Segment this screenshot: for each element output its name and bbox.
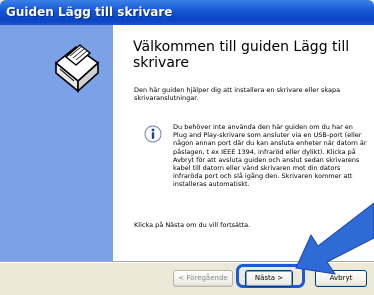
wizard-heading: Välkommen till guiden Lägg till skrivare xyxy=(133,39,350,71)
wizard-window: Guiden Lägg till skrivare Välkommen till… xyxy=(0,0,374,295)
title-bar[interactable]: Guiden Lägg till skrivare xyxy=(0,0,374,25)
intro-text: Den här guiden hjälper dig att installer… xyxy=(134,86,341,102)
info-text: Du behöver inte använda den här guiden o… xyxy=(173,123,367,189)
info-icon xyxy=(144,125,162,143)
back-button[interactable]: < Föregående xyxy=(173,270,233,287)
cancel-button[interactable]: Avbryt xyxy=(315,270,367,287)
wizard-side-panel xyxy=(0,25,113,261)
wizard-content: Välkommen till guiden Lägg till skrivare… xyxy=(113,25,374,261)
button-separator xyxy=(0,261,374,263)
next-button[interactable]: Nästa > xyxy=(245,270,293,287)
printer-icon xyxy=(54,44,100,93)
window-title: Guiden Lägg till skrivare xyxy=(6,5,173,19)
continue-hint: Klicka på Nästa om du vill fortsätta. xyxy=(134,221,251,229)
